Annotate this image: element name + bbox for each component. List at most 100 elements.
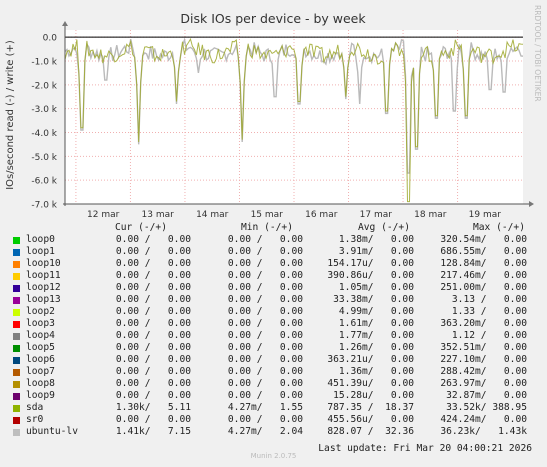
legend-max: 33.52k/ 388.95 bbox=[446, 402, 527, 413]
legend-swatch bbox=[13, 273, 20, 280]
legend-swatch bbox=[13, 309, 20, 316]
legend-name: loop9 bbox=[26, 390, 55, 401]
legend-avg: 3.91m/ 0.00 bbox=[338, 246, 414, 257]
legend-min: 0.00 / 0.00 bbox=[227, 246, 303, 257]
legend-min: 0.00 / 0.00 bbox=[227, 318, 303, 329]
x-tick-label: 18 mar bbox=[414, 210, 447, 220]
legend-cur: 1.30k/ 5.11 bbox=[115, 402, 191, 413]
legend-header-max: Max (-/+) bbox=[473, 222, 525, 233]
legend-min: 0.00 / 0.00 bbox=[227, 342, 303, 353]
legend-min: 0.00 / 0.00 bbox=[227, 270, 303, 281]
legend-name: loop11 bbox=[26, 270, 61, 281]
legend-name: loop10 bbox=[26, 258, 61, 269]
x-tick-label: 12 mar bbox=[87, 210, 120, 220]
legend-min: 0.00 / 0.00 bbox=[227, 330, 303, 341]
legend-swatch bbox=[13, 237, 20, 244]
legend-max: 251.00m/ 0.00 bbox=[440, 282, 527, 293]
legend-max: 320.54m/ 0.00 bbox=[440, 234, 527, 245]
chart-svg: Disk IOs per device - by week RRDTOOL / … bbox=[5, 5, 542, 220]
legend-min: 0.00 / 0.00 bbox=[227, 306, 303, 317]
legend-max: 363.20m/ 0.00 bbox=[440, 318, 527, 329]
y-tick-label: -4.0 k bbox=[31, 129, 57, 139]
legend-header-min: Min (-/+) bbox=[241, 222, 293, 233]
y-tick-label: -2.0 k bbox=[31, 81, 57, 91]
legend-row-loop7: loop7 0.00 / 0.00 0.00 / 0.00 1.36m/ 0.00 28… bbox=[0, 366, 547, 378]
x-tick-label: 13 mar bbox=[142, 210, 175, 220]
legend-header-cur: Cur (-/+) bbox=[115, 222, 167, 233]
legend-swatch bbox=[13, 345, 20, 352]
legend-name: sr0 bbox=[26, 414, 44, 425]
munin-version: Munin 2.0.75 bbox=[250, 452, 297, 460]
legend-swatch bbox=[13, 261, 20, 268]
y-tick-label: 0.0 bbox=[43, 34, 58, 44]
legend-max: 36.23k/ 1.43k bbox=[440, 426, 527, 437]
x-tick-label: 14 mar bbox=[196, 210, 229, 220]
legend-max: 686.55m/ 0.00 bbox=[440, 246, 527, 257]
x-tick-label: 15 mar bbox=[251, 210, 284, 220]
legend-name: loop8 bbox=[26, 378, 55, 389]
legend-name: loop0 bbox=[26, 234, 55, 245]
watermark: RRDTOOL / TOBI OETIKER bbox=[533, 5, 542, 102]
legend-cur: 0.00 / 0.00 bbox=[115, 414, 191, 425]
legend-avg: 1.26m/ 0.00 bbox=[338, 342, 414, 353]
y-ticks: 0.0 -1.0 k -2.0 k -3.0 k -4.0 k -5.0 k -6.0 k -… bbox=[31, 34, 57, 211]
legend-name: sda bbox=[26, 402, 44, 413]
legend-swatch bbox=[13, 297, 20, 304]
legend-max: 32.87m/ 0.00 bbox=[446, 390, 527, 401]
legend-name: loop3 bbox=[26, 318, 55, 329]
legend-max: 424.24m/ 0.00 bbox=[440, 414, 527, 425]
legend-row-loop4: loop4 0.00 / 0.00 0.00 / 0.00 1.77m/ 0.00 1.… bbox=[0, 330, 547, 342]
legend-row-loop1: loop1 0.00 / 0.00 0.00 / 0.00 3.91m/ 0.00 68… bbox=[0, 246, 547, 258]
legend-max: 128.84m/ 0.00 bbox=[440, 258, 527, 269]
legend-avg: 1.38m/ 0.00 bbox=[338, 234, 414, 245]
legend-min: 0.00 / 0.00 bbox=[227, 294, 303, 305]
legend-cur: 0.00 / 0.00 bbox=[115, 294, 191, 305]
legend-cur: 0.00 / 0.00 bbox=[115, 342, 191, 353]
legend-avg: 451.39u/ 0.00 bbox=[327, 378, 414, 389]
legend-avg: 787.35 / 18.37 bbox=[327, 402, 414, 413]
legend-cur: 1.41k/ 7.15 bbox=[115, 426, 191, 437]
legend-cur: 0.00 / 0.00 bbox=[115, 354, 191, 365]
legend-cur: 0.00 / 0.00 bbox=[115, 246, 191, 257]
x-axis-arrow bbox=[529, 201, 534, 207]
legend-row-sr0: sr0 0.00 / 0.00 0.00 / 0.00 455.56u/ 0.00 42… bbox=[0, 414, 547, 426]
legend-name: loop12 bbox=[26, 282, 61, 293]
legend-max: 288.42m/ 0.00 bbox=[440, 366, 527, 377]
legend-swatch bbox=[13, 417, 20, 424]
legend-max: 3.13 / 0.00 bbox=[451, 294, 527, 305]
legend-min: 0.00 / 0.00 bbox=[227, 354, 303, 365]
legend-avg: 828.07 / 32.36 bbox=[327, 426, 414, 437]
legend-swatch bbox=[13, 321, 20, 328]
legend-swatch bbox=[13, 333, 20, 340]
x-tick-label: 19 mar bbox=[469, 210, 502, 220]
legend-cur: 0.00 / 0.00 bbox=[115, 366, 191, 377]
legend-min: 4.27m/ 1.55 bbox=[227, 402, 303, 413]
legend-name: loop6 bbox=[26, 354, 55, 365]
legend-max: 352.51m/ 0.00 bbox=[440, 342, 527, 353]
chart-title: Disk IOs per device - by week bbox=[180, 11, 366, 26]
legend-cur: 0.00 / 0.00 bbox=[115, 306, 191, 317]
x-tick-label: 16 mar bbox=[305, 210, 338, 220]
y-tick-label: -5.0 k bbox=[31, 153, 57, 163]
legend-swatch bbox=[13, 429, 20, 436]
legend-name: ubuntu-lv bbox=[26, 426, 78, 437]
legend-row-loop2: loop2 0.00 / 0.00 0.00 / 0.00 4.99m/ 0.00 1.… bbox=[0, 306, 547, 318]
legend-row-loop13: loop13 0.00 / 0.00 0.00 / 0.00 33.38m/ 0.00… bbox=[0, 294, 547, 306]
legend-row-sda: sda 1.30k/ 5.11 4.27m/ 1.55 787.35 / 18.37 3… bbox=[0, 402, 547, 414]
legend-min: 0.00 / 0.00 bbox=[227, 282, 303, 293]
legend-cur: 0.00 / 0.00 bbox=[115, 258, 191, 269]
legend-min: 0.00 / 0.00 bbox=[227, 258, 303, 269]
x-ticks: 12 mar 13 mar 14 mar 15 mar 16 mar 17 mar 18 m… bbox=[87, 210, 501, 220]
legend-min: 0.00 / 0.00 bbox=[227, 234, 303, 245]
legend-row-loop0: loop0 0.00 / 0.00 0.00 / 0.00 1.38m/ 0.00 32… bbox=[0, 234, 547, 246]
y-tick-label: -3.0 k bbox=[31, 105, 57, 115]
legend-max: 1.33 / 0.00 bbox=[451, 306, 527, 317]
legend-avg: 390.86u/ 0.00 bbox=[327, 270, 414, 281]
legend-header-avg: Avg (-/+) bbox=[358, 222, 410, 233]
legend-cur: 0.00 / 0.00 bbox=[115, 330, 191, 341]
legend-min: 0.00 / 0.00 bbox=[227, 414, 303, 425]
legend-row-ubuntu-lv: ubuntu-lv 1.41k/ 7.15 4.27m/ 2.04 828.07 / … bbox=[0, 426, 547, 438]
legend-name: loop4 bbox=[26, 330, 55, 341]
legend-cur: 0.00 / 0.00 bbox=[115, 234, 191, 245]
legend-min: 0.00 / 0.00 bbox=[227, 390, 303, 401]
